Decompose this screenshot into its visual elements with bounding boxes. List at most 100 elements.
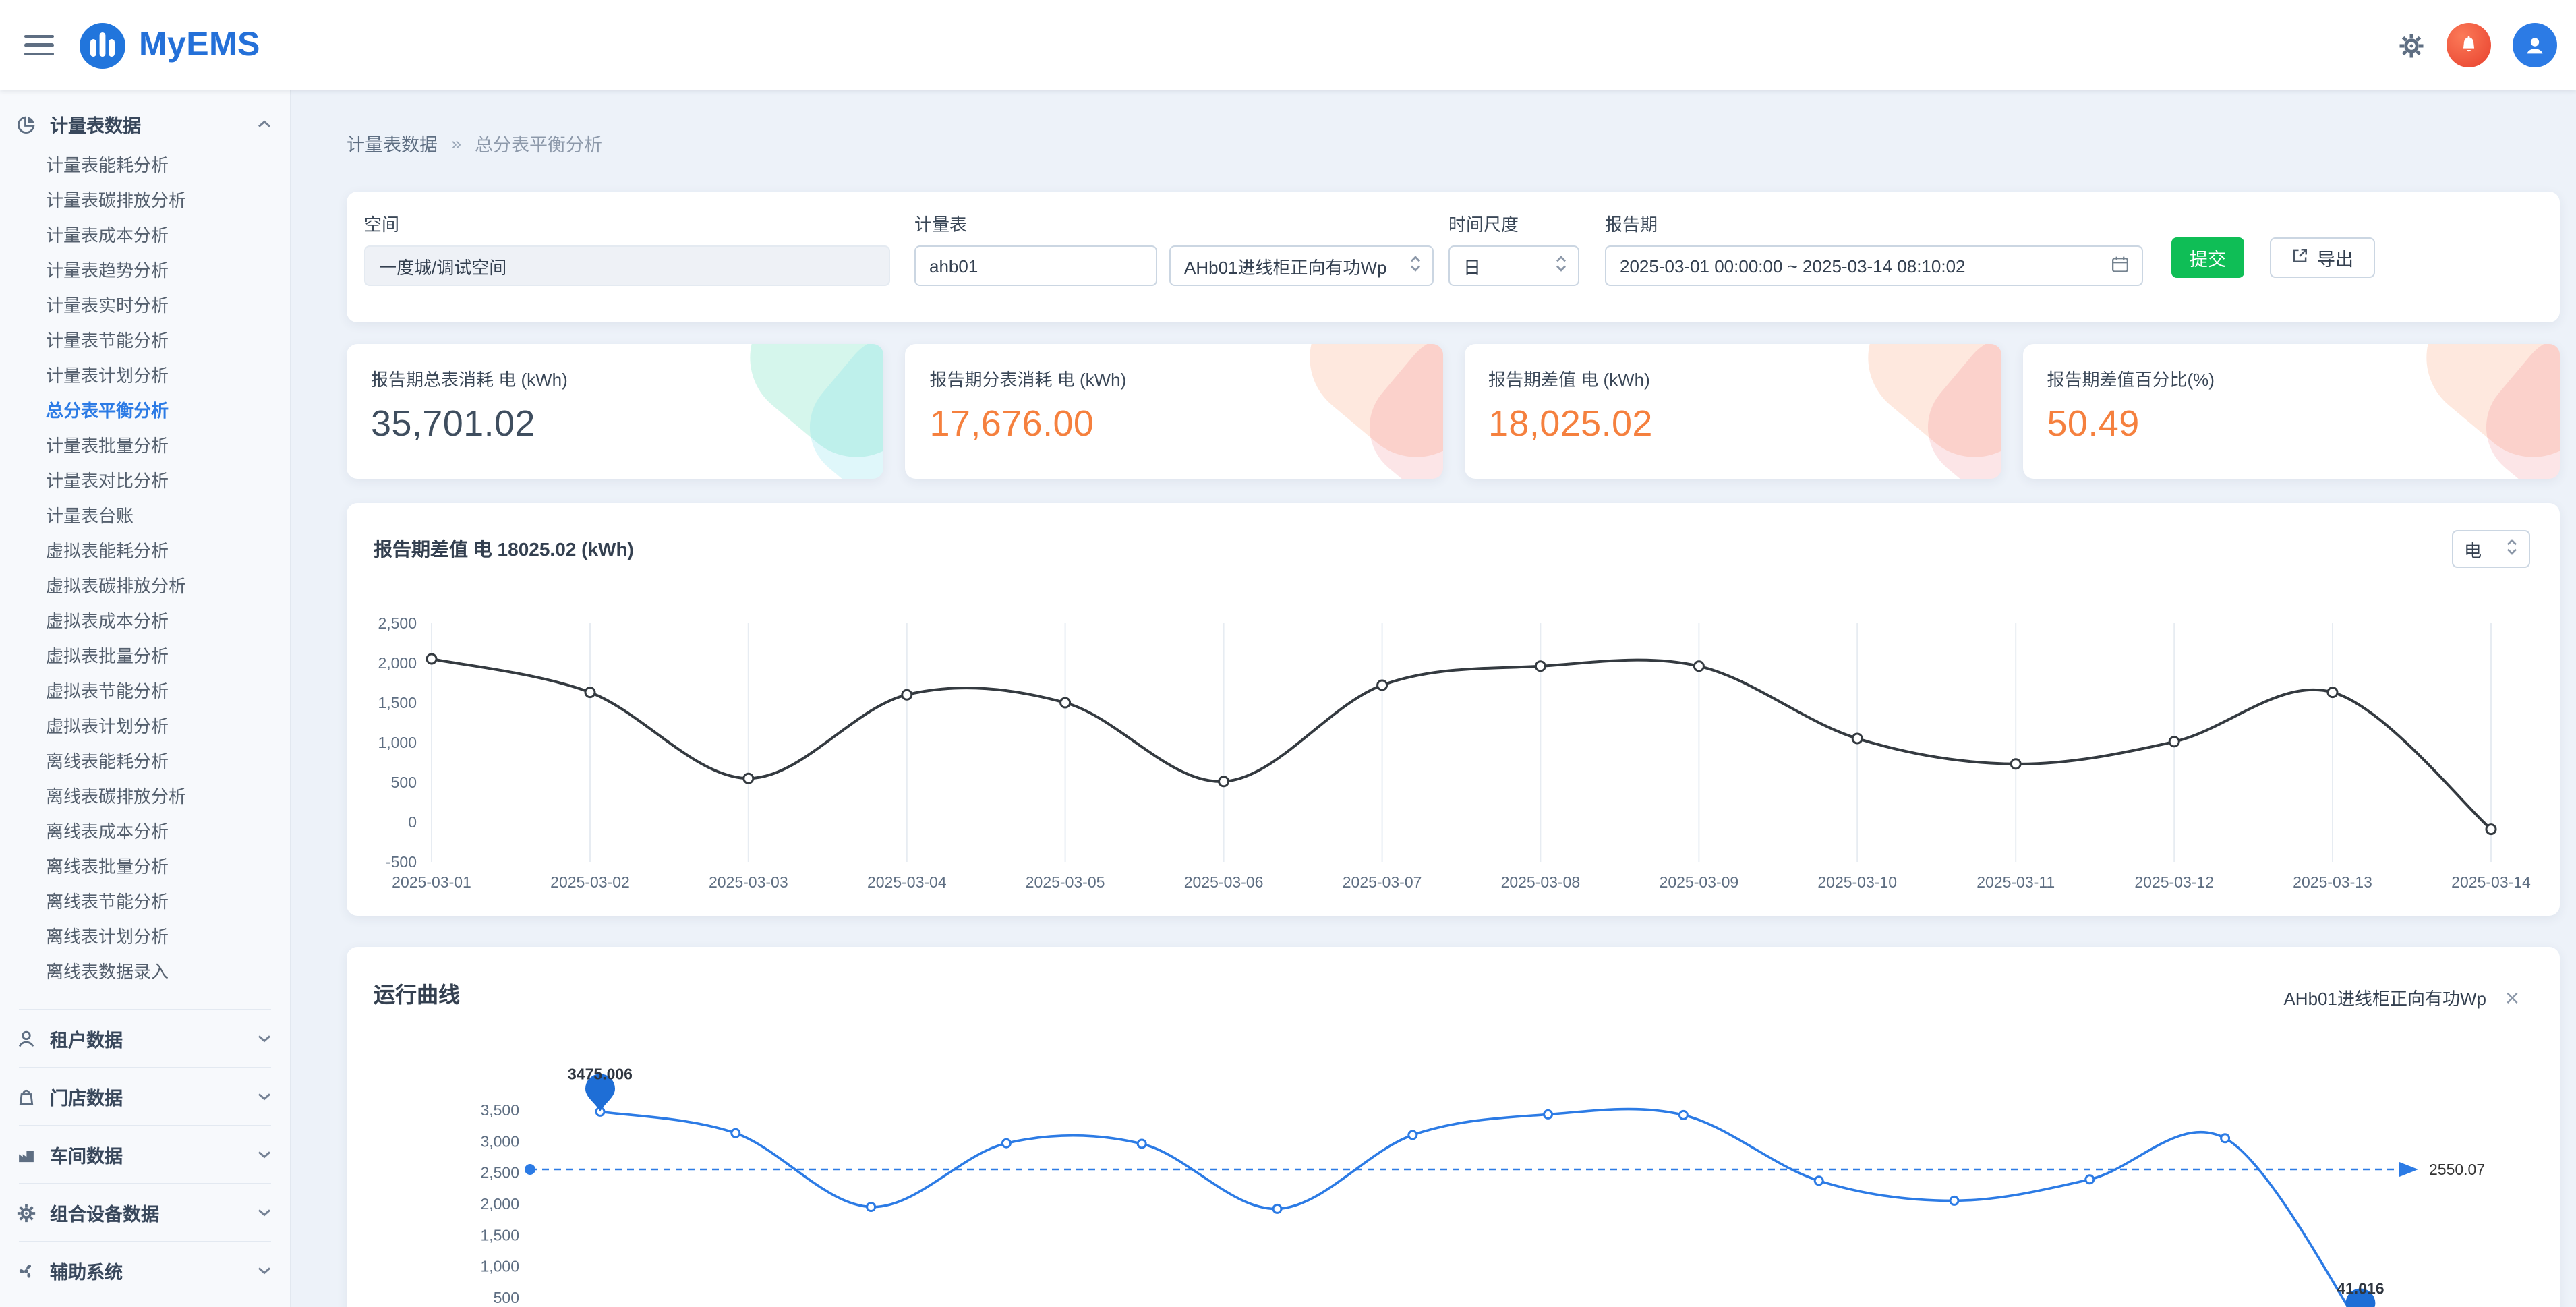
updown-arrows-icon [2506, 538, 2518, 560]
svg-text:2025-03-11: 2025-03-11 [1977, 873, 2055, 891]
svg-text:2025-03-02: 2025-03-02 [550, 873, 630, 891]
difference-chart-title: 报告期差值 电 18025.02 (kWh) [374, 535, 634, 562]
stat-card-3: 报告期差值百分比(%)50.49 [2023, 344, 2560, 479]
space-input[interactable] [364, 245, 890, 286]
close-icon[interactable]: × [2505, 985, 2519, 1010]
sidebar-item[interactable]: 虚拟表计划分析 [0, 709, 290, 745]
sidebar-items: 计量表能耗分析计量表碳排放分析计量表成本分析计量表趋势分析计量表实时分析计量表节… [0, 144, 290, 1001]
brand-name: MyEMS [139, 26, 260, 65]
sidebar-item[interactable]: 计量表台账 [0, 499, 290, 534]
stat-card-title: 报告期差值 电 (kWh) [1488, 366, 1977, 391]
stat-card-title: 报告期差值百分比(%) [2047, 366, 2536, 391]
sidebar-item[interactable]: 计量表趋势分析 [0, 254, 290, 289]
sidebar-divider [19, 1067, 271, 1068]
meter-select[interactable]: AHb01进线柜正向有功Wp [1169, 245, 1434, 286]
main-content: 计量表数据 » 总分表平衡分析 空间 计量表 AHb01进线柜正向有功Wp [291, 90, 2576, 1307]
svg-text:2025-03-06: 2025-03-06 [1184, 873, 1264, 891]
svg-text:2025-03-09: 2025-03-09 [1660, 873, 1739, 891]
difference-chart-card: 报告期差值 电 18025.02 (kWh) 电 2025-03-012025-… [347, 503, 2560, 916]
svg-text:2025-03-05: 2025-03-05 [1026, 873, 1105, 891]
notifications-bell-icon[interactable] [2447, 23, 2491, 67]
breadcrumb-current: 总分表平衡分析 [475, 129, 602, 156]
reporting-period-input[interactable]: 2025-03-01 00:00:00 ~ 2025-03-14 08:10:0… [1605, 245, 2143, 286]
granularity-filter-group: 时间尺度 日 [1448, 210, 1579, 286]
sidebar-section-head[interactable]: 车间数据 [0, 1134, 290, 1175]
sidebar-section-head[interactable]: 组合设备数据 [0, 1192, 290, 1233]
sidebar-section-head[interactable]: 租户数据 [0, 1018, 290, 1059]
breadcrumb: 计量表数据 » 总分表平衡分析 [347, 129, 2560, 156]
sidebar-item[interactable]: 离线表数据录入 [0, 955, 290, 990]
chevron-up-icon [258, 120, 271, 128]
trend-chart-card: 运行曲线 AHb01进线柜正向有功Wp × 3,5003,0002,5002,0… [347, 947, 2560, 1307]
meter-search-input[interactable] [914, 245, 1157, 286]
svg-text:2025-03-04: 2025-03-04 [867, 873, 947, 891]
sidebar-item[interactable]: 离线表成本分析 [0, 815, 290, 850]
stat-card-2: 报告期差值 电 (kWh)18,025.02 [1464, 344, 2001, 479]
sidebar-item[interactable]: 计量表批量分析 [0, 429, 290, 464]
svg-text:1,000: 1,000 [378, 734, 417, 751]
sidebar-item[interactable]: 总分表平衡分析 [0, 394, 290, 429]
user-icon [16, 1028, 36, 1049]
sidebar-item[interactable]: 离线表节能分析 [0, 885, 290, 920]
top-header: MyEMS [0, 0, 2576, 90]
sidebar-item[interactable]: 计量表能耗分析 [0, 148, 290, 183]
sidebar-item[interactable]: 虚拟表碳排放分析 [0, 569, 290, 604]
fan-icon [16, 1260, 36, 1281]
trend-chart-title: 运行曲线 [374, 977, 460, 1009]
shop-icon [16, 1086, 36, 1107]
sidebar-divider [19, 1183, 271, 1184]
chevron-down-icon [258, 1035, 271, 1043]
export-button[interactable]: 导出 [2270, 237, 2375, 278]
sidebar-item[interactable]: 离线表碳排放分析 [0, 780, 290, 815]
user-avatar[interactable] [2513, 23, 2557, 67]
energy-category-select[interactable]: 电 [2452, 530, 2530, 568]
sidebar-item[interactable]: 虚拟表批量分析 [0, 639, 290, 674]
export-icon [2291, 247, 2309, 268]
myems-logo-icon [78, 21, 127, 69]
sidebar-section-head[interactable]: 门店数据 [0, 1076, 290, 1117]
sidebar-item[interactable]: 计量表成本分析 [0, 219, 290, 254]
app-root: MyEMS 计量表数据计量表能耗分析计量表碳排放分析计量表成本分析计量表趋势分析… [0, 0, 2576, 1307]
sidebar-item[interactable]: 计量表节能分析 [0, 324, 290, 359]
svg-text:-500: -500 [386, 853, 417, 871]
breadcrumb-parent[interactable]: 计量表数据 [347, 129, 438, 156]
granularity-select[interactable]: 日 [1448, 245, 1579, 286]
svg-text:3475.006: 3475.006 [568, 1065, 633, 1082]
submit-button[interactable]: 提交 [2171, 237, 2244, 278]
updown-arrows-icon [1409, 255, 1422, 277]
svg-text:500: 500 [391, 774, 417, 791]
sidebar-item[interactable]: 离线表批量分析 [0, 850, 290, 885]
space-filter-group: 空间 [364, 210, 890, 286]
sidebar-item[interactable]: 计量表计划分析 [0, 359, 290, 394]
sidebar-nav: 计量表数据计量表能耗分析计量表碳排放分析计量表成本分析计量表趋势分析计量表实时分… [0, 90, 291, 1307]
svg-text:500: 500 [494, 1289, 519, 1306]
sidebar-section-label: 辅助系统 [50, 1257, 244, 1284]
settings-gear-icon[interactable] [2398, 32, 2425, 59]
sidebar-item[interactable]: 虚拟表能耗分析 [0, 534, 290, 569]
sidebar-divider [19, 1125, 271, 1126]
sidebar-item[interactable]: 计量表实时分析 [0, 289, 290, 324]
calendar-icon [2111, 254, 2130, 277]
svg-text:1,500: 1,500 [480, 1226, 519, 1244]
sidebar-item[interactable]: 虚拟表成本分析 [0, 604, 290, 639]
svg-text:0: 0 [408, 813, 417, 831]
svg-text:2,000: 2,000 [378, 654, 417, 672]
stat-card-value: 17,676.00 [930, 403, 1419, 445]
svg-text:2025-03-03: 2025-03-03 [709, 873, 788, 891]
svg-text:2025-03-10: 2025-03-10 [1817, 873, 1897, 891]
sidebar-item[interactable]: 计量表碳排放分析 [0, 183, 290, 219]
sidebar-item[interactable]: 离线表计划分析 [0, 920, 290, 955]
series-tag: AHb01进线柜正向有功Wp × [2283, 985, 2519, 1010]
hamburger-menu-icon[interactable] [24, 34, 54, 56]
sidebar-divider [19, 1241, 271, 1242]
stat-card-1: 报告期分表消耗 电 (kWh)17,676.00 [906, 344, 1443, 479]
brand-logo[interactable]: MyEMS [78, 21, 260, 69]
sidebar-section-head[interactable]: 计量表数据 [0, 104, 290, 144]
space-label: 空间 [364, 210, 890, 236]
sidebar-section-head[interactable]: 辅助系统 [0, 1250, 290, 1291]
meter-filter-group: 计量表 AHb01进线柜正向有功Wp [914, 210, 1435, 286]
stat-card-title: 报告期总表消耗 电 (kWh) [371, 366, 860, 391]
sidebar-item[interactable]: 计量表对比分析 [0, 464, 290, 499]
sidebar-item[interactable]: 虚拟表节能分析 [0, 674, 290, 709]
sidebar-item[interactable]: 离线表能耗分析 [0, 745, 290, 780]
